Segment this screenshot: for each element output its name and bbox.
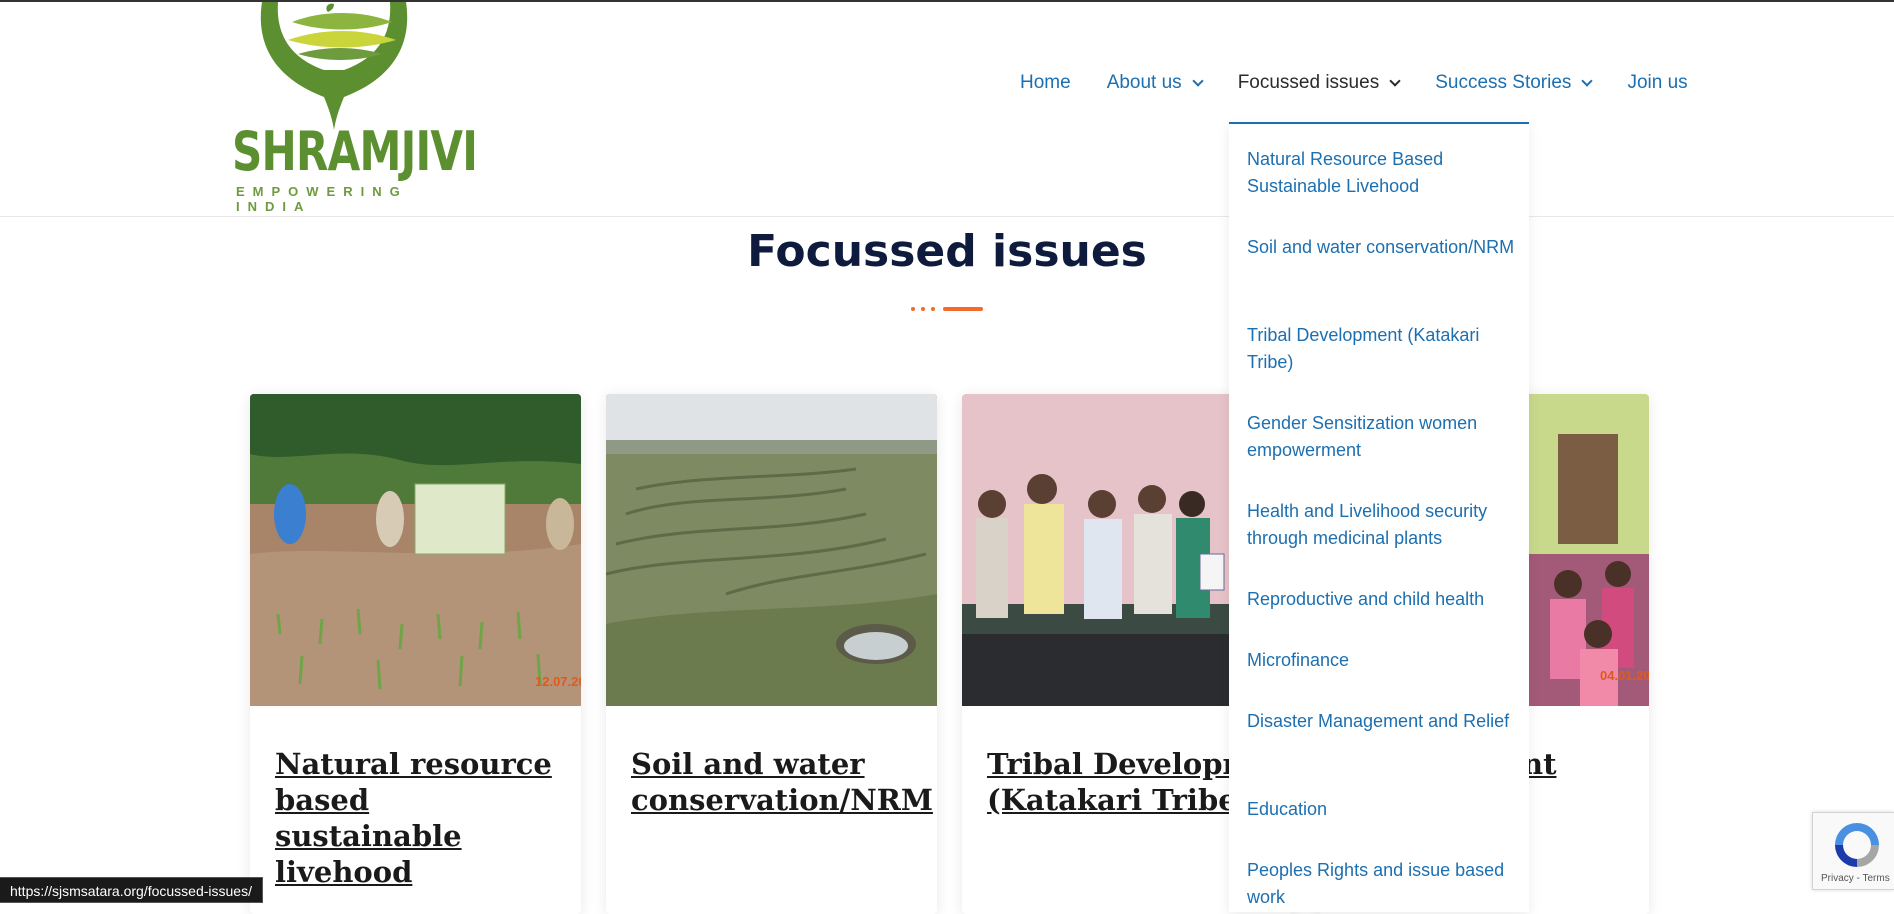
card-title[interactable]: Soil and water conservation/NRM (631, 746, 933, 818)
dropdown-item-education[interactable]: Education (1247, 796, 1517, 823)
divider-dot (911, 307, 915, 311)
photo-date-stamp: 04.01.20 (1600, 668, 1649, 683)
dropdown-item-disaster-management[interactable]: Disaster Management and Relief (1247, 708, 1517, 735)
card-photo (606, 394, 937, 706)
site-header: SHRAMJIVI EMPOWERING INDIA Home About us… (0, 2, 1894, 217)
brand-name: SHRAMJIVI (232, 120, 478, 183)
dropdown-item-health-livelihood[interactable]: Health and Livelihood security through m… (1247, 498, 1517, 552)
nav-success-stories-label: Success Stories (1435, 72, 1572, 93)
card-title-fragment[interactable]: nt (1522, 746, 1649, 782)
chevron-down-icon (1581, 74, 1594, 87)
dropdown-item-natural-resource[interactable]: Natural Resource Based Sustainable Liveh… (1247, 146, 1517, 200)
dropdown-item-microfinance[interactable]: Microfinance (1247, 647, 1517, 674)
chevron-down-icon (1192, 74, 1204, 87)
nav-success-stories[interactable]: Success Stories (1435, 72, 1594, 94)
nav-about-us[interactable]: About us (1106, 72, 1204, 94)
paddy-field-photo (250, 394, 581, 706)
photo-date-stamp: 12.07.20 (535, 674, 581, 689)
page-title: Focussed issues (747, 226, 1147, 277)
dropdown-item-gender-sensitization[interactable]: Gender Sensitization women empowerment (1247, 410, 1517, 464)
chevron-down-icon (1389, 74, 1401, 87)
divider-dot (931, 307, 935, 311)
main-nav: Home About us Focussed issues Success St… (1020, 68, 1724, 98)
nav-focussed-issues-label: Focussed issues (1237, 72, 1380, 93)
nav-join-us[interactable]: Join us (1627, 72, 1687, 94)
nav-join-us-label: Join us (1627, 72, 1688, 93)
divider-bar (943, 307, 983, 311)
dropdown-item-reproductive-health[interactable]: Reproductive and child health (1247, 586, 1517, 613)
nav-focussed-issues[interactable]: Focussed issues (1237, 72, 1401, 94)
divider-dot (921, 307, 925, 311)
site-logo[interactable]: SHRAMJIVI EMPOWERING INDIA (232, 2, 478, 214)
nav-about-us-label: About us (1106, 72, 1182, 93)
nav-home[interactable]: Home (1020, 72, 1071, 94)
hands-leaf-logo-icon (260, 2, 408, 130)
recaptcha-terms[interactable]: Privacy - Terms (1821, 873, 1890, 884)
brand-tagline: EMPOWERING INDIA (236, 184, 408, 214)
recaptcha-icon (1835, 823, 1879, 867)
card-photo: 12.07.20 (250, 394, 581, 706)
terraced-field-photo (606, 394, 937, 706)
dropdown-item-tribal-development[interactable]: Tribal Development (Katakari Tribe) (1247, 322, 1517, 376)
focussed-issues-dropdown: Natural Resource Based Sustainable Liveh… (1229, 122, 1529, 912)
recaptcha-badge[interactable]: Privacy - Terms (1812, 812, 1894, 890)
browser-status-url: https://sjsmsatara.org/focussed-issues/ (0, 877, 263, 903)
nav-home-label: Home (1020, 72, 1071, 93)
issue-card-soil-water[interactable]: Soil and water conservation/NRM (606, 394, 937, 914)
title-divider (911, 306, 983, 312)
card-title[interactable]: Natural resource based sustainable liveh… (275, 746, 565, 890)
issue-card-natural-resource[interactable]: 12.07.20 Natural resource based sustaina… (250, 394, 581, 914)
dropdown-item-soil-water[interactable]: Soil and water conservation/NRM (1247, 234, 1517, 261)
